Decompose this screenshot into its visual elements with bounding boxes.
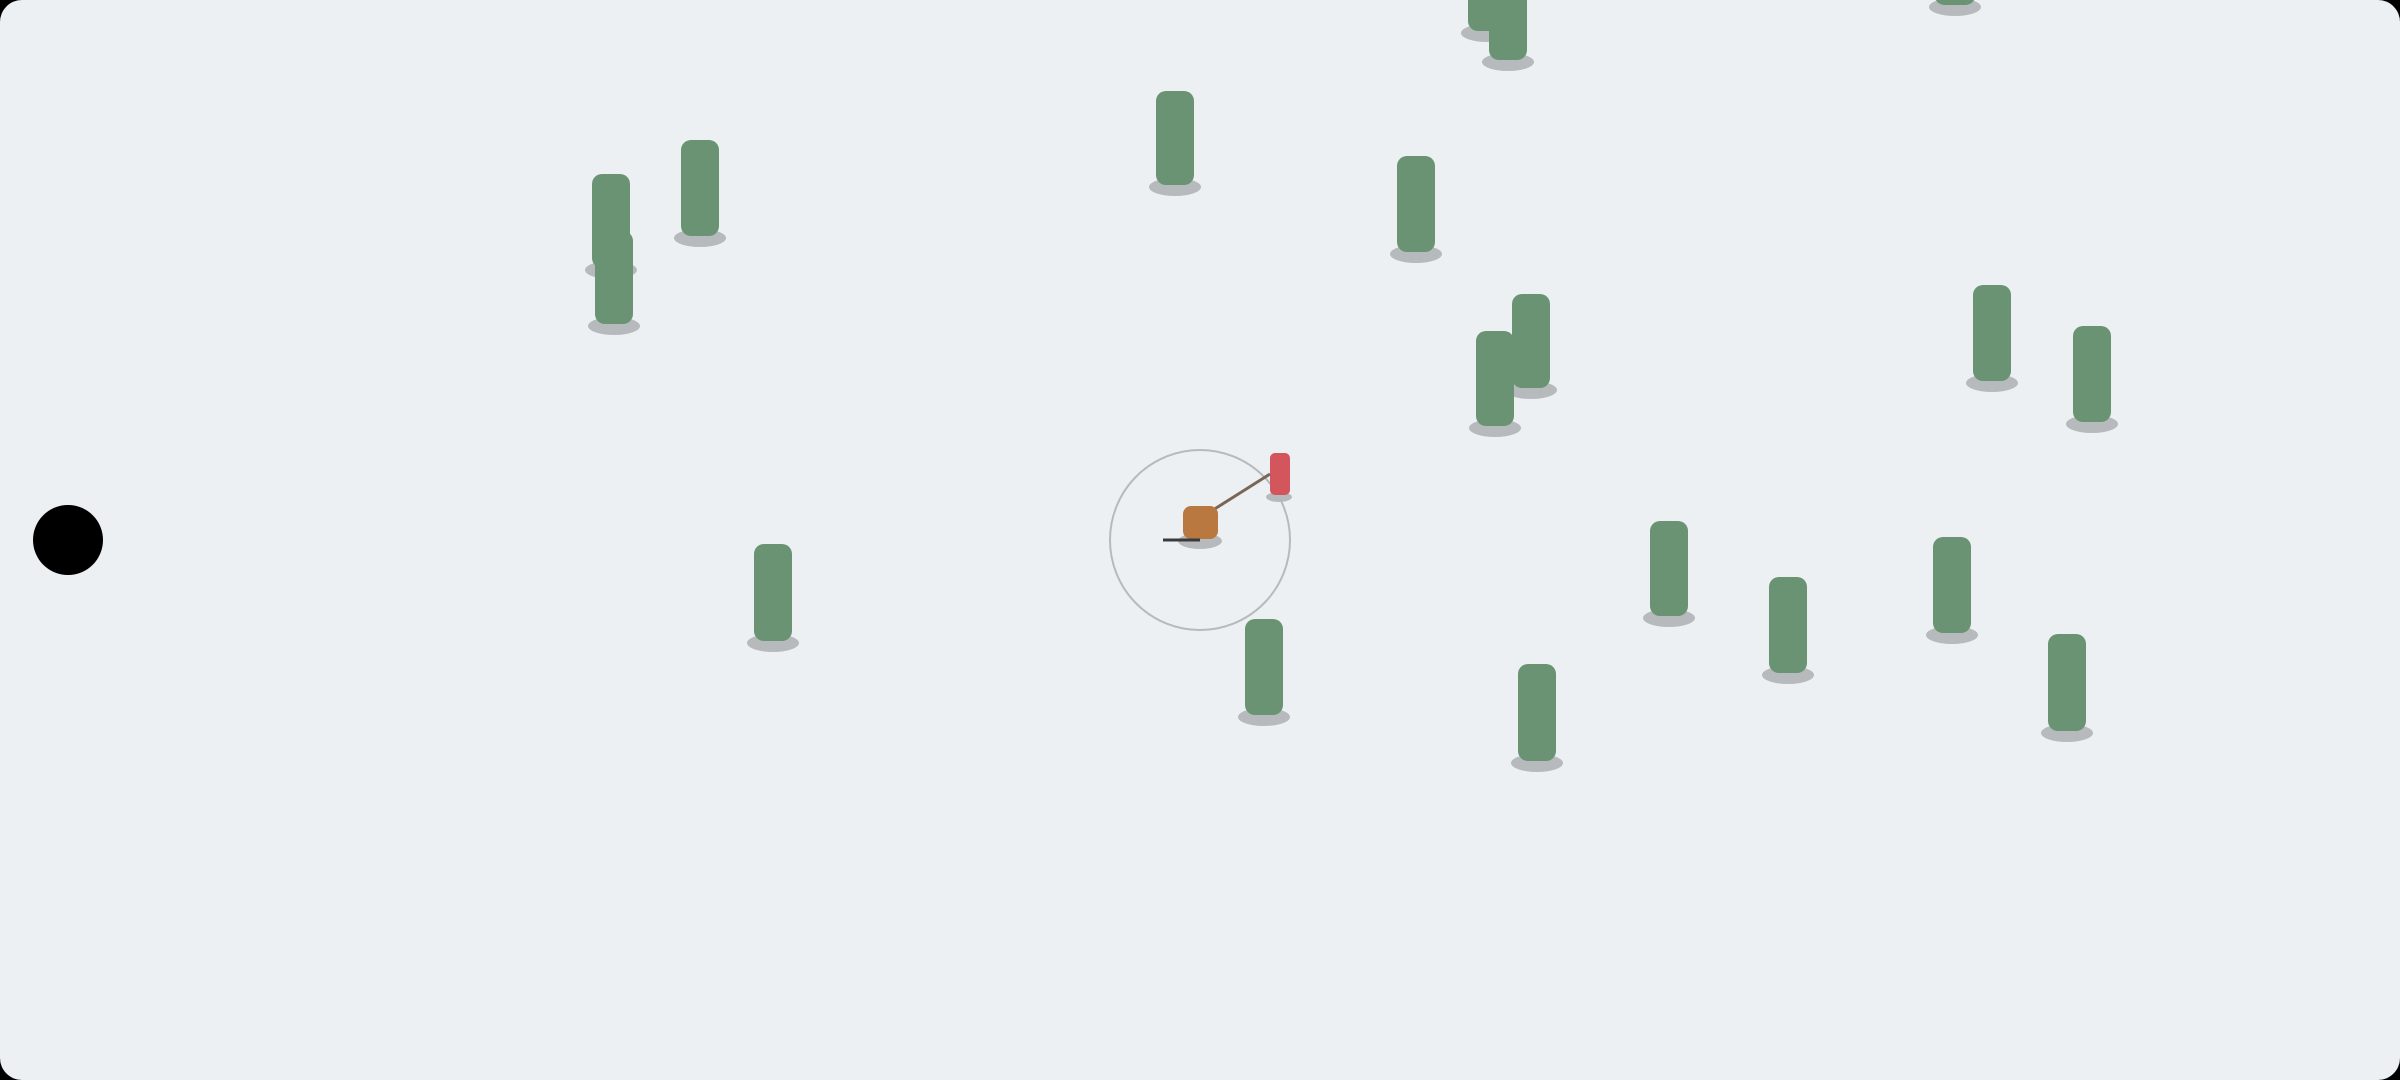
- enemy-icon[interactable]: [1270, 453, 1290, 495]
- tree-icon: [1973, 285, 2011, 381]
- shadow-layer: [585, 0, 2118, 772]
- player-icon[interactable]: [1183, 506, 1218, 539]
- tree-icon: [595, 231, 633, 324]
- tree-icon: [681, 140, 719, 236]
- tree-icon: [1245, 619, 1283, 715]
- tree-icon: [1512, 294, 1550, 388]
- tree-icon: [1935, 0, 1975, 5]
- game-scene[interactable]: [0, 0, 2400, 1080]
- tree-layer: [592, 0, 2111, 761]
- game-canvas[interactable]: [0, 0, 2400, 1080]
- player-group[interactable]: [1163, 506, 1222, 549]
- tree-icon: [1650, 521, 1688, 616]
- tree-icon: [754, 544, 792, 641]
- tree-icon: [1397, 156, 1435, 252]
- tree-icon: [1769, 577, 1807, 673]
- tree-icon: [2073, 326, 2111, 422]
- tree-icon: [1156, 91, 1194, 185]
- aim-line: [1212, 472, 1271, 512]
- joystick-icon[interactable]: [33, 505, 103, 575]
- tree-icon: [1933, 537, 1971, 633]
- target-group[interactable]: [1266, 453, 1292, 502]
- tree-icon: [1518, 664, 1556, 761]
- tree-icon: [1476, 331, 1514, 426]
- tree-icon: [2048, 634, 2086, 731]
- tree-icon: [1489, 0, 1527, 60]
